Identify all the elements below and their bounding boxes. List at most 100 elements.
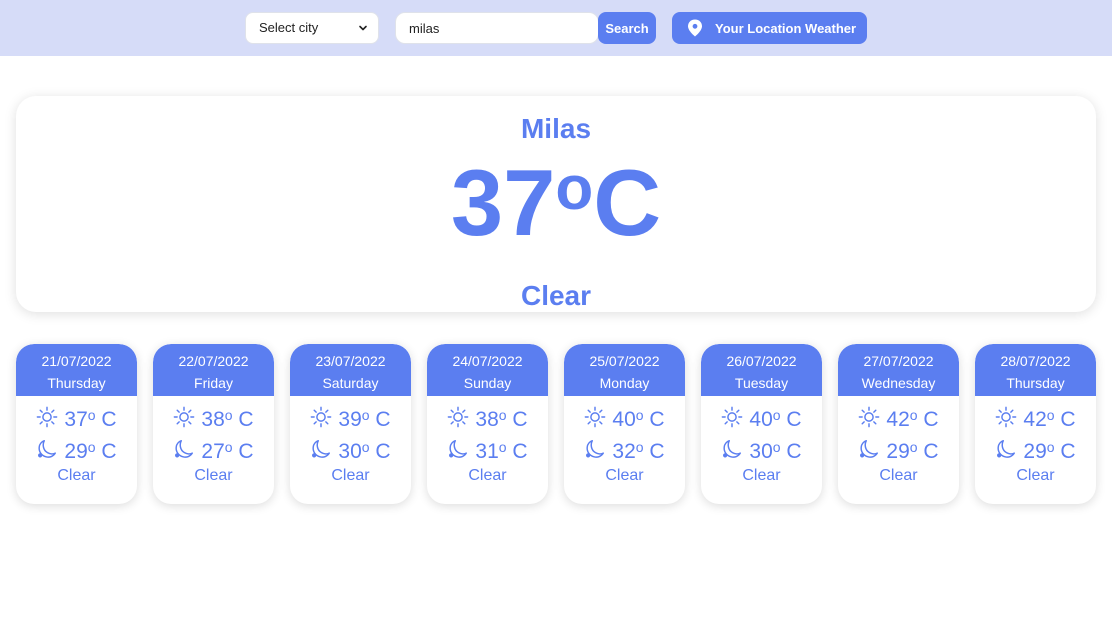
forecast-card-header: 26/07/2022 Tuesday <box>701 344 822 396</box>
temperature-unit: C <box>923 408 939 431</box>
temperature-unit: C <box>512 408 528 431</box>
forecast-condition: Clear <box>1016 467 1055 484</box>
low-temperature: 29 <box>886 440 910 463</box>
moon-icon <box>449 440 468 458</box>
sun-icon <box>311 406 332 428</box>
location-weather-button[interactable]: Your Location Weather <box>672 12 867 44</box>
current-weather-card: Milas 37oC Clear <box>16 96 1096 312</box>
city-select-label: Select city <box>259 20 319 35</box>
forecast-card: 23/07/2022 Saturday 39 o C 30 o C Clear <box>290 344 411 504</box>
forecast-day: Friday <box>194 375 233 391</box>
moon-icon <box>312 440 331 458</box>
moon-icon <box>723 440 742 458</box>
temperature-unit: C <box>238 440 254 463</box>
sun-icon <box>585 406 606 428</box>
high-temperature: 40 <box>612 408 636 431</box>
night-temperature-row: 30 o C <box>290 436 411 468</box>
degree-sign: o <box>635 439 644 455</box>
forecast-day: Wednesday <box>861 375 936 391</box>
forecast-card: 22/07/2022 Friday 38 o C 27 o C Clear <box>153 344 274 504</box>
top-bar: Select city Search Your Location Weather <box>0 0 1112 56</box>
forecast-card-header: 23/07/2022 Saturday <box>290 344 411 396</box>
location-pin-icon <box>688 19 702 37</box>
forecast-date: 24/07/2022 <box>452 353 523 369</box>
degree-sign: o <box>498 439 507 455</box>
forecast-card-header: 21/07/2022 Thursday <box>16 344 137 396</box>
degree-sign: o <box>224 439 233 455</box>
high-temperature: 42 <box>886 408 910 431</box>
forecast-day: Sunday <box>463 375 512 391</box>
temperature-unit: C <box>593 150 662 255</box>
low-temperature: 31 <box>475 440 499 463</box>
moon-icon <box>586 440 605 458</box>
degree-sign: o <box>361 439 370 455</box>
high-temperature: 38 <box>475 408 499 431</box>
sun-icon <box>722 406 743 428</box>
current-condition: Clear <box>520 280 592 311</box>
degree-sign: o <box>87 439 96 455</box>
day-temperature-row: 40 o C <box>701 404 822 436</box>
degree-sign: o <box>498 407 507 423</box>
sun-icon <box>174 406 195 428</box>
night-temperature-row: 29 o C <box>16 436 137 468</box>
forecast-date: 26/07/2022 <box>726 353 797 369</box>
day-temperature-row: 38 o C <box>153 404 274 436</box>
night-temperature-row: 32 o C <box>564 436 685 468</box>
location-button-label: Your Location Weather <box>715 20 857 36</box>
temperature-unit: C <box>101 440 117 463</box>
forecast-condition: Clear <box>879 467 918 484</box>
forecast-day: Thursday <box>47 375 106 391</box>
night-temperature-row: 27 o C <box>153 436 274 468</box>
forecast-card: 25/07/2022 Monday 40 o C 32 o C Clear <box>564 344 685 504</box>
high-temperature: 37 <box>64 408 88 431</box>
forecast-day: Monday <box>599 375 650 391</box>
temperature-unit: C <box>375 440 391 463</box>
night-temperature-row: 30 o C <box>701 436 822 468</box>
degree-sign: o <box>555 154 594 223</box>
temperature-unit: C <box>375 408 391 431</box>
temperature-unit: C <box>649 440 665 463</box>
low-temperature: 29 <box>1023 440 1047 463</box>
city-select[interactable]: Select city <box>245 12 379 44</box>
moon-icon <box>38 440 57 458</box>
temperature-unit: C <box>786 408 802 431</box>
day-temperature-row: 42 o C <box>975 404 1096 436</box>
temperature-unit: C <box>512 440 528 463</box>
forecast-day: Thursday <box>1006 375 1065 391</box>
degree-sign: o <box>635 407 644 423</box>
degree-sign: o <box>1046 407 1055 423</box>
search-input[interactable] <box>395 12 599 44</box>
day-temperature-row: 42 o C <box>838 404 959 436</box>
forecast-card: 21/07/2022 Thursday 37 o C 29 o C Clear <box>16 344 137 504</box>
forecast-list: 21/07/2022 Thursday 37 o C 29 o C Clear 22… <box>16 344 1096 504</box>
forecast-date: 21/07/2022 <box>41 353 112 369</box>
temperature-unit: C <box>101 408 117 431</box>
degree-sign: o <box>909 439 918 455</box>
forecast-condition: Clear <box>605 467 644 484</box>
high-temperature: 38 <box>201 408 225 431</box>
forecast-card-header: 28/07/2022 Thursday <box>975 344 1096 396</box>
forecast-card-header: 25/07/2022 Monday <box>564 344 685 396</box>
chevron-down-icon <box>359 25 367 31</box>
current-temperature: 37oC <box>16 153 1096 265</box>
high-temperature: 42 <box>1023 408 1047 431</box>
forecast-card-header: 24/07/2022 Sunday <box>427 344 548 396</box>
moon-icon <box>860 440 879 458</box>
search-button[interactable]: Search <box>598 12 656 44</box>
forecast-card-header: 22/07/2022 Friday <box>153 344 274 396</box>
forecast-day: Saturday <box>322 375 379 391</box>
degree-sign: o <box>1046 439 1055 455</box>
moon-icon <box>997 440 1016 458</box>
day-temperature-row: 37 o C <box>16 404 137 436</box>
forecast-condition: Clear <box>331 467 370 484</box>
day-temperature-row: 39 o C <box>290 404 411 436</box>
high-temperature: 40 <box>749 408 773 431</box>
low-temperature: 30 <box>749 440 773 463</box>
degree-sign: o <box>772 407 781 423</box>
forecast-card-header: 27/07/2022 Wednesday <box>838 344 959 396</box>
forecast-condition: Clear <box>194 467 233 484</box>
forecast-card: 27/07/2022 Wednesday 42 o C 29 o C Clear <box>838 344 959 504</box>
city-name: Milas <box>520 113 592 144</box>
forecast-date: 25/07/2022 <box>589 353 660 369</box>
degree-sign: o <box>224 407 233 423</box>
